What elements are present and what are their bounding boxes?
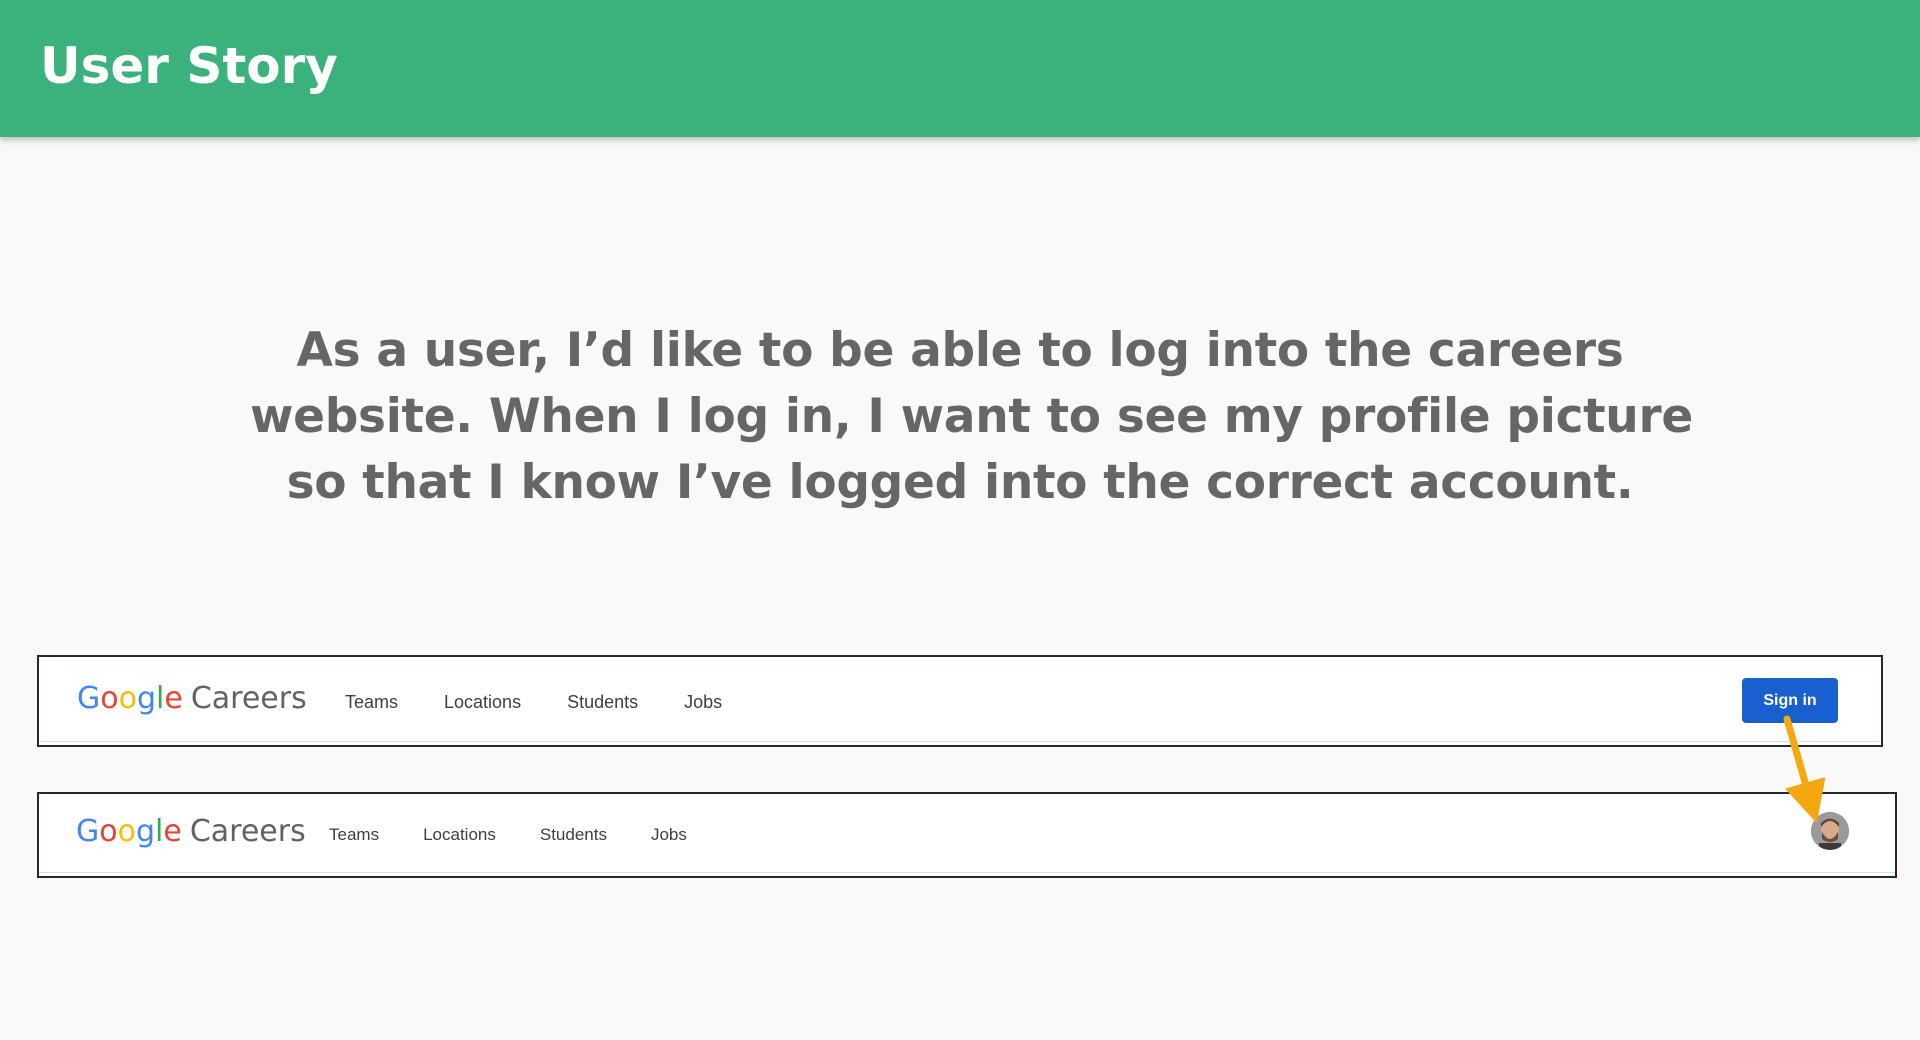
slide-header: User Story xyxy=(0,0,1920,137)
google-careers-logo[interactable]: Google Careers xyxy=(76,814,306,849)
google-wordmark: Google xyxy=(76,814,182,849)
nav-item-locations[interactable]: Locations xyxy=(423,825,496,845)
slide-title: User Story xyxy=(40,37,338,95)
nav-item-locations[interactable]: Locations xyxy=(444,692,521,713)
sign-in-button[interactable]: Sign in xyxy=(1742,678,1838,723)
user-story-text: As a user, I’d like to be able to log in… xyxy=(250,318,1693,516)
nav-item-jobs[interactable]: Jobs xyxy=(651,825,687,845)
story-line: so that I know I’ve logged into the corr… xyxy=(286,455,1634,510)
careers-wordmark: Careers xyxy=(189,814,306,849)
story-line: As a user, I’d like to be able to log in… xyxy=(296,323,1624,378)
nav-item-teams[interactable]: Teams xyxy=(345,692,398,713)
careers-wordmark: Careers xyxy=(190,681,307,716)
careers-navbar-signed-in: Google Careers Teams Locations Students J… xyxy=(37,792,1897,878)
nav-item-teams[interactable]: Teams xyxy=(329,825,379,845)
nav-item-students[interactable]: Students xyxy=(540,825,607,845)
story-line: website. When I log in, I want to see my… xyxy=(250,389,1693,444)
navbar-divider xyxy=(39,741,1881,742)
nav-menu: Teams Locations Students Jobs xyxy=(329,825,731,845)
nav-item-students[interactable]: Students xyxy=(567,692,638,713)
careers-navbar-signed-out: Google Careers Teams Locations Students J… xyxy=(37,655,1883,747)
nav-item-jobs[interactable]: Jobs xyxy=(684,692,722,713)
google-wordmark: Google xyxy=(77,681,183,716)
nav-menu: Teams Locations Students Jobs xyxy=(345,692,768,713)
sign-in-to-avatar-arrow xyxy=(1783,715,1826,824)
google-careers-logo[interactable]: Google Careers xyxy=(77,681,307,716)
navbar-divider xyxy=(39,872,1895,873)
profile-picture-icon[interactable] xyxy=(1811,812,1849,850)
